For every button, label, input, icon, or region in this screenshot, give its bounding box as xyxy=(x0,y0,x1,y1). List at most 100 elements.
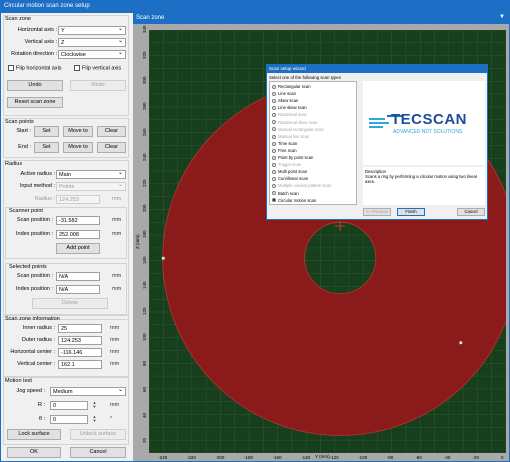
jog-speed-select[interactable]: Medium xyxy=(50,386,126,396)
scan-type-option[interactable]: Batch scan xyxy=(272,191,299,196)
scan-type-option[interactable]: Time scan xyxy=(272,141,297,146)
start-set-button[interactable]: Set xyxy=(34,126,59,137)
scan-type-option[interactable]: Rectangular scan xyxy=(272,84,311,89)
r-input[interactable]: 0 xyxy=(50,401,88,410)
radius-header: Radius xyxy=(5,161,23,167)
end-clear-button[interactable]: Clear xyxy=(97,142,126,153)
x-tick-label: -140 xyxy=(301,455,311,460)
lock-surface-button[interactable]: Lock surface xyxy=(7,429,61,440)
theta-spinner[interactable]: ▲ ▼ xyxy=(92,415,97,424)
radio-icon xyxy=(272,84,276,89)
r-spinner[interactable]: ▲ ▼ xyxy=(92,401,97,410)
scan-zone-tab[interactable]: Scan zone ▼ xyxy=(133,13,509,24)
scan-type-option[interactable]: Curvilinear scan xyxy=(272,176,308,181)
radius-input[interactable]: 124.253 xyxy=(56,195,100,204)
previous-button[interactable]: << Previous xyxy=(363,208,391,216)
scan-type-option[interactable]: Skew scan xyxy=(272,98,298,103)
radio-icon xyxy=(272,99,276,104)
cancel-button[interactable]: Cancel xyxy=(70,447,126,458)
scanner-scan-position-label: Scan position : xyxy=(16,217,53,223)
selected-scan-position-unit: mm xyxy=(112,273,122,279)
selected-points-header: Selected points xyxy=(9,264,47,270)
active-radius-label: Active radius : xyxy=(20,171,55,177)
scan-type-option[interactable]: Point by point scan xyxy=(272,155,313,160)
tecscan-logo: TECSCAN ADVANCED NDT SOLUTIONS xyxy=(363,81,485,165)
wizard-subtitle: Select one of the following scan types xyxy=(269,75,341,80)
horizontal-axis-select[interactable]: Y xyxy=(58,25,126,35)
start-label: Start : xyxy=(16,128,31,134)
reset-scan-zone-button[interactable]: Reset scan zone xyxy=(7,97,63,108)
y-tick-label: 200 xyxy=(142,204,147,213)
scanner-scan-position-unit: mm xyxy=(112,217,122,223)
start-move-to-button[interactable]: Move to xyxy=(63,126,93,137)
scan-type-label: Free scan xyxy=(278,147,297,153)
scan-type-option[interactable]: Free scan xyxy=(272,148,297,153)
x-tick-label: 0 xyxy=(501,455,504,460)
scan-type-label: Multiple circular pattern scan xyxy=(278,183,332,189)
ok-button[interactable]: OK xyxy=(7,447,61,458)
theta-input[interactable]: 0 xyxy=(50,415,88,424)
scan-type-option: Rotational scan xyxy=(272,112,307,117)
scanner-scan-position-input[interactable]: -31.582 xyxy=(56,216,100,225)
delete-point-button[interactable]: Delete xyxy=(32,298,108,309)
horizontal-center-input[interactable]: -116.146 xyxy=(58,348,102,357)
outer-radius-input[interactable]: 124.253 xyxy=(58,336,102,345)
finish-button[interactable]: Finish xyxy=(397,208,425,216)
x-tick-label: -20 xyxy=(472,455,479,460)
wizard-cancel-button[interactable]: Cancel xyxy=(457,208,485,216)
flip-horizontal-checkbox[interactable]: Flip horizontal axis xyxy=(8,65,62,71)
scanner-index-position-input[interactable]: 252.008 xyxy=(56,230,100,239)
theta-label: θ : xyxy=(38,416,45,422)
vertical-center-label: Vertical center : xyxy=(17,361,55,367)
scan-type-option[interactable]: Line scan xyxy=(272,91,296,96)
theta-unit: ° xyxy=(110,416,113,422)
selected-index-position-label: Index position : xyxy=(16,286,53,292)
redo-button[interactable]: Redo xyxy=(70,80,126,91)
y-tick-label: 20 xyxy=(142,438,147,444)
scanner-point-header: Scanner point xyxy=(9,208,43,214)
radio-icon xyxy=(272,184,276,189)
scan-type-label: Batch scan xyxy=(278,190,299,196)
input-method-select[interactable]: Points xyxy=(56,181,126,191)
radio-icon xyxy=(272,106,276,111)
rotation-direction-select[interactable]: Clockwise xyxy=(58,49,126,59)
scan-type-option[interactable]: Circular motion scan xyxy=(272,198,316,203)
inner-radius-input[interactable]: 25 xyxy=(58,324,102,333)
add-point-button[interactable]: Add point xyxy=(56,243,100,254)
start-clear-button[interactable]: Clear xyxy=(97,126,126,137)
active-radius-select[interactable]: Main xyxy=(56,169,126,179)
scan-type-option[interactable]: Multi point scan xyxy=(272,169,307,174)
end-set-button[interactable]: Set xyxy=(34,142,59,153)
window-title: Circular motion scan zone setup xyxy=(0,0,510,13)
x-tick-label: -60 xyxy=(415,455,422,460)
scan-type-label: Manual rectangular scan xyxy=(278,126,324,132)
y-tick-label: 180 xyxy=(142,230,147,239)
scan-type-option[interactable]: Line skew scan xyxy=(272,105,307,110)
undo-button[interactable]: Undo xyxy=(7,80,63,91)
x-tick-label: -160 xyxy=(272,455,282,460)
logo-text: TECSCAN xyxy=(391,111,468,128)
flip-vertical-checkbox[interactable]: Flip vertical axis xyxy=(74,65,121,71)
selected-scan-position-input[interactable]: N/A xyxy=(56,272,100,281)
end-move-to-button[interactable]: Move to xyxy=(63,142,93,153)
description-panel: Description Scans a ring by performing a… xyxy=(363,167,485,205)
y-tick-label: 240 xyxy=(142,153,147,162)
input-method-label: Input method : xyxy=(19,183,55,189)
scan-type-label: Line scan xyxy=(278,91,296,97)
radio-icon xyxy=(272,120,276,125)
scan-zone-info-header: Scan zone information xyxy=(5,316,60,322)
vertical-axis-select[interactable]: Z xyxy=(58,37,126,47)
y-tick-label: 220 xyxy=(142,179,147,187)
chevron-down-icon[interactable]: ▼ xyxy=(499,14,505,20)
radio-icon xyxy=(272,127,276,132)
checkbox-box xyxy=(8,65,14,71)
x-tick-label: -100 xyxy=(358,455,368,460)
scan-setup-wizard-dialog: Scan setup wizard Select one of the foll… xyxy=(266,64,488,220)
selected-index-position-input[interactable]: N/A xyxy=(56,285,100,294)
vertical-center-input[interactable]: 162.1 xyxy=(58,360,102,369)
scanner-index-position-unit: mm xyxy=(112,231,122,237)
radio-icon xyxy=(272,198,276,203)
y-tick-label: 160 xyxy=(142,256,147,264)
unlock-surface-button[interactable]: Unlock surface xyxy=(70,429,126,440)
scan-zone-tab-label: Scan zone xyxy=(136,15,165,21)
